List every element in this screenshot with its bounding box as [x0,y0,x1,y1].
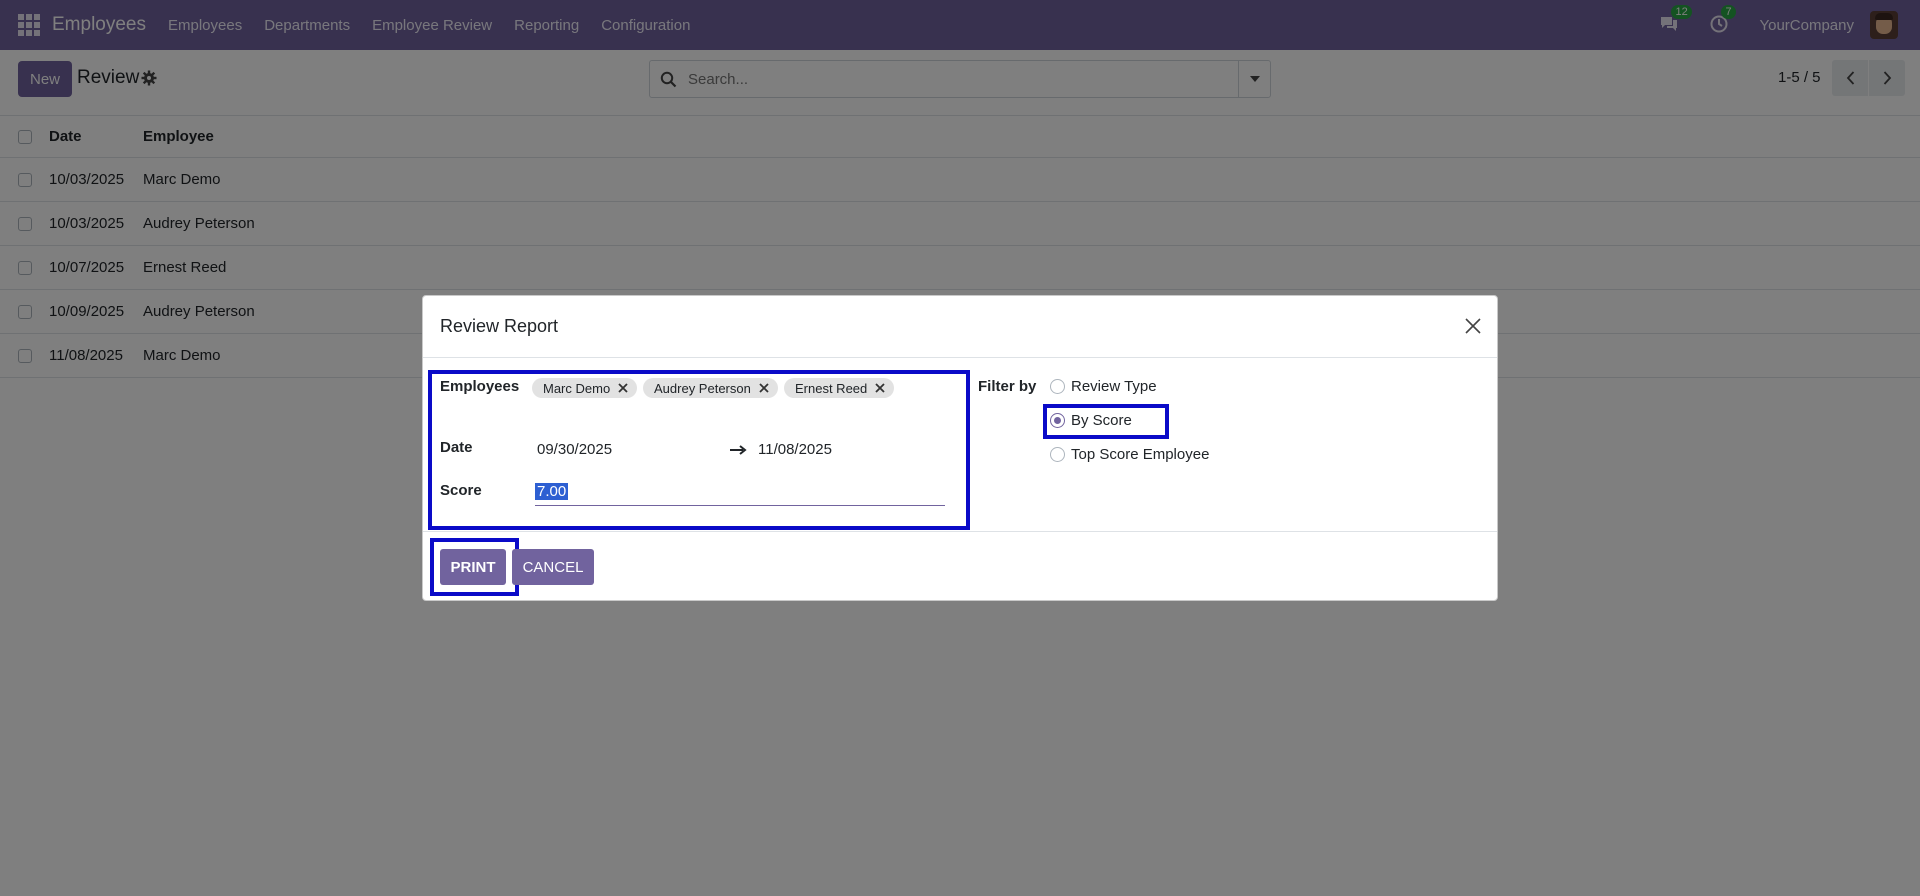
filter-by-label: Filter by [978,378,1037,395]
radio-label: Top Score Employee [1071,446,1210,463]
radio-label: Review Type [1071,378,1157,395]
close-icon[interactable] [1463,316,1483,336]
filter-option-by-score[interactable]: By Score [1050,412,1132,429]
radio-label: By Score [1071,412,1132,429]
dialog-header: Review Report [423,296,1497,358]
employee-tag: Audrey Peterson [643,378,778,398]
date-to-field[interactable]: 11/08/2025 [758,441,832,458]
employee-tag: Ernest Reed [784,378,895,398]
score-input[interactable]: 7.00 [535,481,945,506]
employee-tag-label: Audrey Peterson [654,380,751,396]
employee-tag-label: Marc Demo [543,380,611,396]
review-report-dialog: Review Report Employees Marc Demo Audrey… [422,295,1498,601]
employee-tag-label: Ernest Reed [795,380,868,396]
radio-review-type[interactable] [1050,379,1065,394]
remove-tag-icon[interactable] [758,382,770,394]
radio-by-score[interactable] [1050,413,1065,428]
date-label: Date [440,439,473,456]
score-label: Score [440,482,482,499]
employee-tag: Marc Demo [532,378,638,398]
date-from-field[interactable]: 09/30/2025 [537,441,612,458]
print-button[interactable]: PRINT [440,549,506,585]
remove-tag-icon[interactable] [617,382,629,394]
dialog-title: Review Report [440,316,559,336]
filter-option-top-score-employee[interactable]: Top Score Employee [1050,446,1209,463]
filter-option-review-type[interactable]: Review Type [1050,378,1157,395]
employees-label: Employees [440,378,520,395]
arrow-right-icon [730,445,747,455]
radio-top-score-employee[interactable] [1050,447,1065,462]
score-value: 7.00 [535,483,569,500]
cancel-button[interactable]: CANCEL [512,549,594,585]
remove-tag-icon[interactable] [874,382,886,394]
